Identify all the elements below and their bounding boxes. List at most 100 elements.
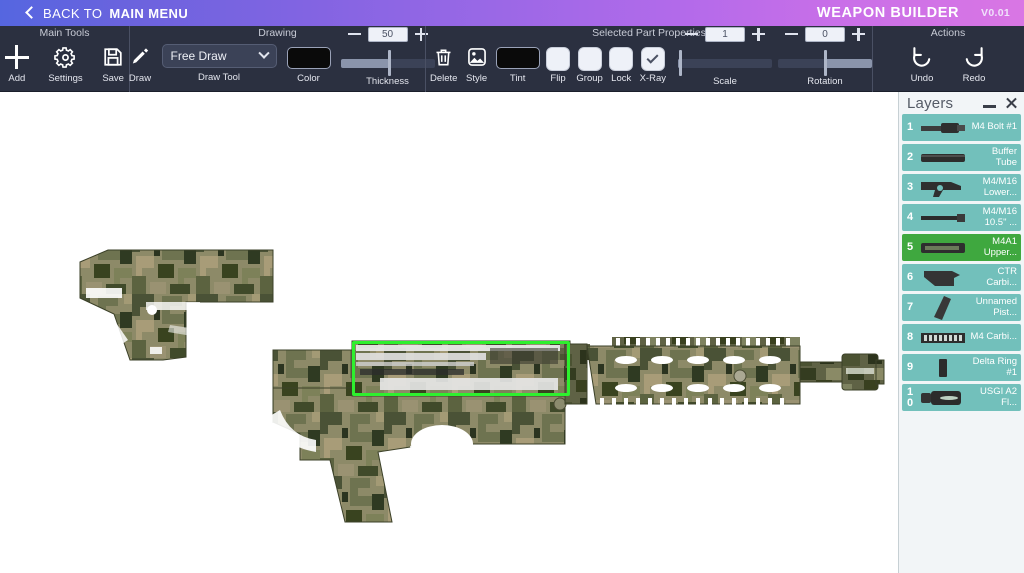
close-icon[interactable] [1005, 97, 1018, 110]
layer-row[interactable]: 5 M4A1 Upper... [902, 234, 1021, 261]
main-menu-label: MAIN MENU [109, 6, 188, 21]
layer-number: 7 [902, 302, 916, 313]
save-button[interactable]: Save [97, 41, 129, 91]
add-label: Add [8, 73, 25, 84]
thickness-control: 50 Thickness [341, 27, 435, 87]
barrel-thumbnail-icon [916, 205, 970, 230]
layer-name: Delta Ring #1 [970, 357, 1021, 378]
part-buffer-tube[interactable] [273, 350, 363, 388]
rotation-plus-icon[interactable] [852, 28, 865, 41]
draw-tool-value: Free Draw [171, 49, 227, 63]
back-to-main-menu-button[interactable]: BACK TO MAIN MENU [27, 6, 188, 21]
toolbar-group-actions: Actions Undo [872, 26, 1023, 92]
undo-button[interactable]: Undo [903, 41, 941, 91]
weapon-builder-app: BACK TO MAIN MENU WEAPON BUILDER V0.01 M… [0, 0, 1024, 573]
layer-row[interactable]: 10 USGI A2 Fl... [902, 384, 1021, 411]
weapon-assembly[interactable] [0, 92, 898, 573]
redo-arrow-icon [962, 41, 986, 73]
part-barrel[interactable] [800, 362, 844, 382]
layer-number: 8 [902, 332, 916, 343]
pencil-icon [129, 41, 152, 73]
group-title-actions: Actions [873, 26, 1023, 41]
rotation-slider[interactable] [778, 50, 872, 75]
layer-row[interactable]: 2Buffer Tube [902, 144, 1021, 171]
layer-row[interactable]: 9 Delta Ring #1 [902, 354, 1021, 381]
delete-button[interactable]: Delete [430, 41, 457, 91]
layer-name: CTR Carbi... [970, 267, 1021, 288]
flip-box[interactable] [546, 47, 570, 71]
xray-box[interactable] [641, 47, 665, 71]
color-button[interactable]: Color [287, 41, 331, 91]
image-style-icon [466, 41, 488, 73]
minimize-icon[interactable] [983, 105, 996, 108]
group-box[interactable] [578, 47, 602, 71]
layers-panel: Layers 1 M4 Bolt #1 2Buffer Tube 3M4/M16 Lo… [898, 92, 1024, 573]
scale-value[interactable]: 1 [705, 27, 745, 42]
layer-name: USGI A2 Fl... [970, 387, 1021, 408]
redo-button[interactable]: Redo [955, 41, 993, 91]
layer-row[interactable]: 7Unnamed Pist... [902, 294, 1021, 321]
plus-icon [5, 41, 29, 73]
group-checkbox[interactable]: Group [576, 41, 602, 91]
trash-icon [433, 41, 454, 73]
scale-control: 1 Scale [678, 27, 772, 87]
layer-number: 9 [902, 362, 916, 373]
layer-name: M4A1 Upper... [970, 237, 1021, 258]
part-delta-ring[interactable] [565, 344, 587, 404]
draw-tool-label: Draw Tool [198, 72, 240, 83]
rotation-value[interactable]: 0 [805, 27, 845, 42]
toolbar-group-selected-part-properties: Selected Part Properties Delete [425, 26, 872, 92]
toolbar-group-main-tools: Main Tools Add Settings [0, 26, 129, 92]
top-bar-right: WEAPON BUILDER V0.01 [817, 5, 1010, 21]
thickness-minus-icon[interactable] [348, 28, 361, 41]
layer-row[interactable]: 3M4/M16 Lower... [902, 174, 1021, 201]
style-button[interactable]: Style [463, 41, 489, 91]
layer-number: 10 [902, 387, 916, 409]
layer-row[interactable]: 4M4/M16 10.5" ... [902, 204, 1021, 231]
redo-label: Redo [963, 73, 986, 84]
add-button[interactable]: Add [0, 41, 34, 91]
layer-name: Buffer Tube [970, 147, 1021, 168]
settings-button[interactable]: Settings [46, 41, 86, 91]
layer-number: 1 [902, 122, 916, 133]
settings-label: Settings [48, 73, 82, 84]
draw-button[interactable]: Draw [129, 41, 152, 91]
lock-checkbox[interactable]: Lock [609, 41, 634, 91]
tint-button[interactable]: Tint [496, 41, 540, 91]
xray-checkbox[interactable]: X-Ray [640, 41, 666, 91]
bolt-thumbnail-icon [916, 115, 970, 140]
scale-plus-icon[interactable] [752, 28, 765, 41]
draw-tool-select[interactable]: Free Draw Draw Tool [162, 41, 277, 91]
rotation-minus-icon[interactable] [785, 28, 798, 41]
layer-name: M4/M16 Lower... [970, 177, 1021, 198]
scale-minus-icon[interactable] [685, 28, 698, 41]
color-swatch[interactable] [287, 47, 331, 69]
thickness-slider[interactable] [341, 50, 435, 75]
layer-row[interactable]: 6CTR Carbi... [902, 264, 1021, 291]
weapon-canvas[interactable] [0, 92, 898, 573]
layer-row[interactable]: 1 M4 Bolt #1 [902, 114, 1021, 141]
save-label: Save [102, 73, 124, 84]
flip-checkbox[interactable]: Flip [546, 41, 571, 91]
layer-number: 5 [902, 242, 916, 253]
app-version: V0.01 [981, 7, 1010, 19]
part-handguard[interactable] [587, 346, 800, 404]
layers-list[interactable]: 1 M4 Bolt #1 2Buffer Tube 3M4/M16 Lower... 4… [899, 114, 1024, 411]
lock-box[interactable] [609, 47, 633, 71]
layer-row[interactable]: 8 M4 Carbi... [902, 324, 1021, 351]
handguard-thumbnail-icon [916, 325, 970, 350]
upper-thumbnail-icon [916, 235, 970, 260]
scale-slider[interactable] [678, 50, 772, 75]
tint-swatch[interactable] [496, 47, 540, 69]
xray-label: X-Ray [640, 73, 666, 84]
style-label: Style [466, 73, 487, 84]
rotation-control: 0 Rotation [778, 27, 872, 87]
layer-name: M4 Carbi... [970, 332, 1021, 343]
flash-hider-thumbnail-icon [916, 385, 970, 410]
app-title: WEAPON BUILDER [817, 5, 959, 21]
lock-label: Lock [611, 73, 631, 84]
layers-header: Layers [899, 92, 1024, 114]
toolbar-group-drawing: Drawing Draw Free Draw [129, 26, 425, 92]
thickness-value[interactable]: 50 [368, 27, 408, 42]
layer-name: M4 Bolt #1 [970, 122, 1021, 133]
